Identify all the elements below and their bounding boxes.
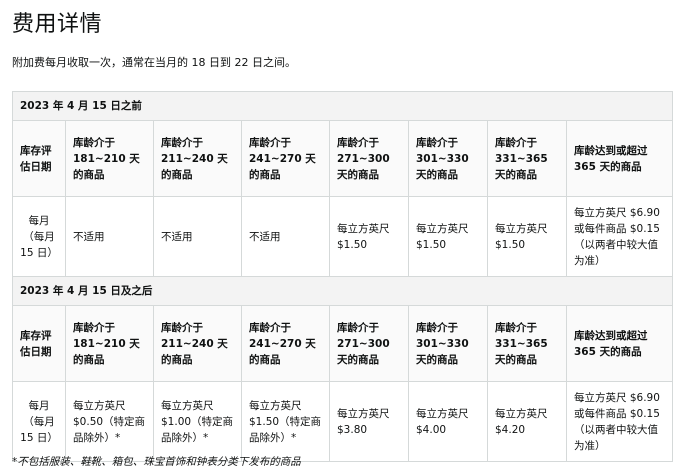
section-row: 2023 年 4 月 15 日之前 [11,91,674,121]
table-cell: 每立方英尺 $6.90 或每件商品 $0.15（以两者中较大值为准） [565,381,674,462]
column-header: 库龄介于 331~365 天的商品 [487,305,567,382]
table-cell: 每立方英尺 $4.20 [487,381,567,462]
table-cell: 每立方英尺 $1.00（特定商品除外）* [153,381,242,462]
column-header: 库龄介于 241~270 天的商品 [241,120,330,197]
column-header: 库龄介于 301~330 天的商品 [408,305,488,382]
table-cell: 每立方英尺 $4.00 [408,381,488,462]
table-cell: 每立方英尺 $1.50（特定商品除外）* [241,381,330,462]
table-cell: 每立方英尺 $0.50（特定商品除外）* [65,381,154,462]
table-cell: 不适用 [241,196,330,277]
column-header: 库龄介于 211~240 天的商品 [153,305,242,382]
column-header: 库龄达到或超过 365 天的商品 [565,305,674,382]
column-header: 库龄介于 211~240 天的商品 [153,120,242,197]
section-label: 2023 年 4 月 15 日之前 [11,91,674,121]
column-header: 库龄介于 271~300 天的商品 [329,305,409,382]
table-cell: 每月（每月 15 日） [12,196,66,277]
table-cell: 每立方英尺 $3.80 [329,381,409,462]
column-header: 库龄达到或超过 365 天的商品 [565,120,674,197]
fee-table: 2023 年 4 月 15 日之前 库存评估日期 库龄介于 181~210 天的… [11,91,674,462]
header-row: 库存评估日期 库龄介于 181~210 天的商品 库龄介于 211~240 天的… [12,120,674,197]
page-title: 费用详情 [12,12,103,37]
column-header: 库存评估日期 [12,120,66,197]
table-cell: 不适用 [65,196,154,277]
table-row: 每月（每月 15 日） 每立方英尺 $0.50（特定商品除外）* 每立方英尺 $… [12,381,674,462]
column-header: 库龄介于 271~300 天的商品 [329,120,409,197]
intro-text: 附加费每月收取一次，通常在当月的 18 日到 22 日之间。 [12,56,296,69]
column-header: 库龄介于 331~365 天的商品 [487,120,567,197]
table-row: 每月（每月 15 日） 不适用 不适用 不适用 每立方英尺 $1.50 每立方英… [12,196,674,277]
footnote: *不包括服装、鞋靴、箱包、珠宝首饰和钟表分类下发布的商品 [12,456,301,468]
table-cell: 不适用 [153,196,242,277]
column-header: 库存评估日期 [12,305,66,382]
column-header: 库龄介于 301~330 天的商品 [408,120,488,197]
column-header: 库龄介于 181~210 天的商品 [65,305,154,382]
header-row: 库存评估日期 库龄介于 181~210 天的商品 库龄介于 211~240 天的… [12,305,674,382]
section-label: 2023 年 4 月 15 日及之后 [11,276,674,306]
table-cell: 每立方英尺 $1.50 [487,196,567,277]
section-row: 2023 年 4 月 15 日及之后 [11,276,674,306]
table-cell: 每立方英尺 $1.50 [329,196,409,277]
table-cell: 每立方英尺 $1.50 [408,196,488,277]
table-cell: 每月（每月 15 日） [12,381,66,462]
column-header: 库龄介于 241~270 天的商品 [241,305,330,382]
table-cell: 每立方英尺 $6.90 或每件商品 $0.15（以两者中较大值为准） [565,196,674,277]
column-header: 库龄介于 181~210 天的商品 [65,120,154,197]
